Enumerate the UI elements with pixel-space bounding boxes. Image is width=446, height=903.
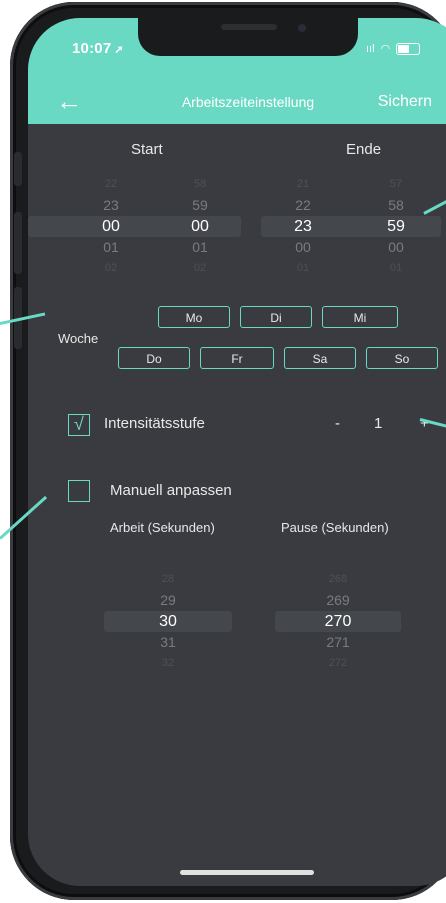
mute-switch — [14, 152, 22, 186]
signal-icon: ııl — [366, 42, 375, 55]
battery-icon — [396, 42, 421, 55]
status-icons: ııl ◠ — [366, 42, 421, 55]
picker-item: 31 — [160, 634, 176, 650]
notch — [138, 18, 358, 56]
end-minute-picker[interactable]: 57 58 59 00 01 — [371, 174, 421, 279]
picker-item: 22 — [295, 197, 311, 213]
picker-item: 01 — [389, 262, 403, 274]
picker-item: 58 — [388, 197, 404, 213]
app-screen: 10:07 ➚ ııl ◠ ← Arbeitszeiteinstellung Si… — [28, 18, 446, 886]
intensity-label: Intensitätsstufe — [104, 415, 205, 432]
picker-item-selected: 59 — [387, 218, 405, 235]
day-button-mi[interactable]: Mi — [322, 306, 398, 328]
intensity-checkbox[interactable]: √ — [68, 414, 90, 436]
status-time-text: 10:07 — [72, 40, 112, 57]
start-hour-picker[interactable]: 22 23 00 01 02 — [86, 174, 136, 279]
phone-frame: 10:07 ➚ ııl ◠ ← Arbeitszeiteinstellung Si… — [10, 2, 446, 900]
picker-item: 01 — [103, 239, 119, 255]
end-label: Ende — [346, 141, 382, 158]
picker-item: 268 — [328, 573, 348, 585]
picker-item: 00 — [295, 239, 311, 255]
picker-item-selected: 00 — [102, 218, 120, 235]
week-label: Woche — [58, 331, 99, 346]
day-button-mo[interactable]: Mo — [158, 306, 230, 328]
start-minute-picker[interactable]: 58 59 00 01 02 — [175, 174, 225, 279]
work-seconds-label: Arbeit (Sekunden) — [110, 520, 215, 535]
day-button-fr[interactable]: Fr — [200, 347, 274, 369]
picker-item: 01 — [192, 239, 208, 255]
volume-up-button — [14, 212, 22, 274]
pause-seconds-picker[interactable]: 268 269 270 271 272 — [313, 569, 363, 674]
picker-item: 21 — [296, 178, 310, 190]
picker-item: 02 — [193, 262, 207, 274]
picker-item: 28 — [161, 573, 175, 585]
picker-item: 57 — [389, 178, 403, 190]
pause-seconds-label: Pause (Sekunden) — [281, 520, 389, 535]
intensity-value: 1 — [374, 415, 383, 432]
picker-item-selected: 270 — [324, 613, 352, 630]
picker-item: 29 — [160, 592, 176, 608]
work-seconds-picker[interactable]: 28 29 30 31 32 — [143, 569, 193, 674]
picker-item-selected: 00 — [191, 218, 209, 235]
wifi-icon: ◠ — [380, 43, 391, 55]
status-time: 10:07 ➚ — [72, 40, 124, 57]
picker-item: 00 — [388, 239, 404, 255]
manual-checkbox[interactable] — [68, 480, 90, 502]
intensity-minus-button[interactable]: - — [335, 415, 340, 432]
location-arrow-icon: ➚ — [114, 44, 124, 56]
picker-item: 01 — [296, 262, 310, 274]
picker-item: 02 — [104, 262, 118, 274]
home-indicator — [180, 870, 314, 875]
picker-item: 22 — [104, 178, 118, 190]
picker-item: 58 — [193, 178, 207, 190]
manual-label: Manuell anpassen — [110, 482, 232, 499]
save-button[interactable]: Sichern — [378, 93, 432, 111]
day-button-so[interactable]: So — [366, 347, 438, 369]
end-hour-picker[interactable]: 21 22 23 00 01 — [278, 174, 328, 279]
front-camera — [298, 24, 306, 32]
picker-item-selected: 23 — [294, 218, 312, 235]
nav-header: ← Arbeitszeiteinstellung Sichern — [28, 80, 446, 124]
speaker-grille — [221, 24, 277, 30]
day-button-sa[interactable]: Sa — [284, 347, 356, 369]
picker-item: 272 — [328, 657, 348, 669]
picker-item: 269 — [326, 592, 350, 608]
day-button-di[interactable]: Di — [240, 306, 312, 328]
day-button-do[interactable]: Do — [118, 347, 190, 369]
picker-item: 23 — [103, 197, 119, 213]
picker-item-selected: 30 — [159, 613, 177, 630]
start-label: Start — [131, 141, 163, 158]
picker-item: 59 — [192, 197, 208, 213]
picker-item: 271 — [326, 634, 350, 650]
picker-item: 32 — [161, 657, 175, 669]
